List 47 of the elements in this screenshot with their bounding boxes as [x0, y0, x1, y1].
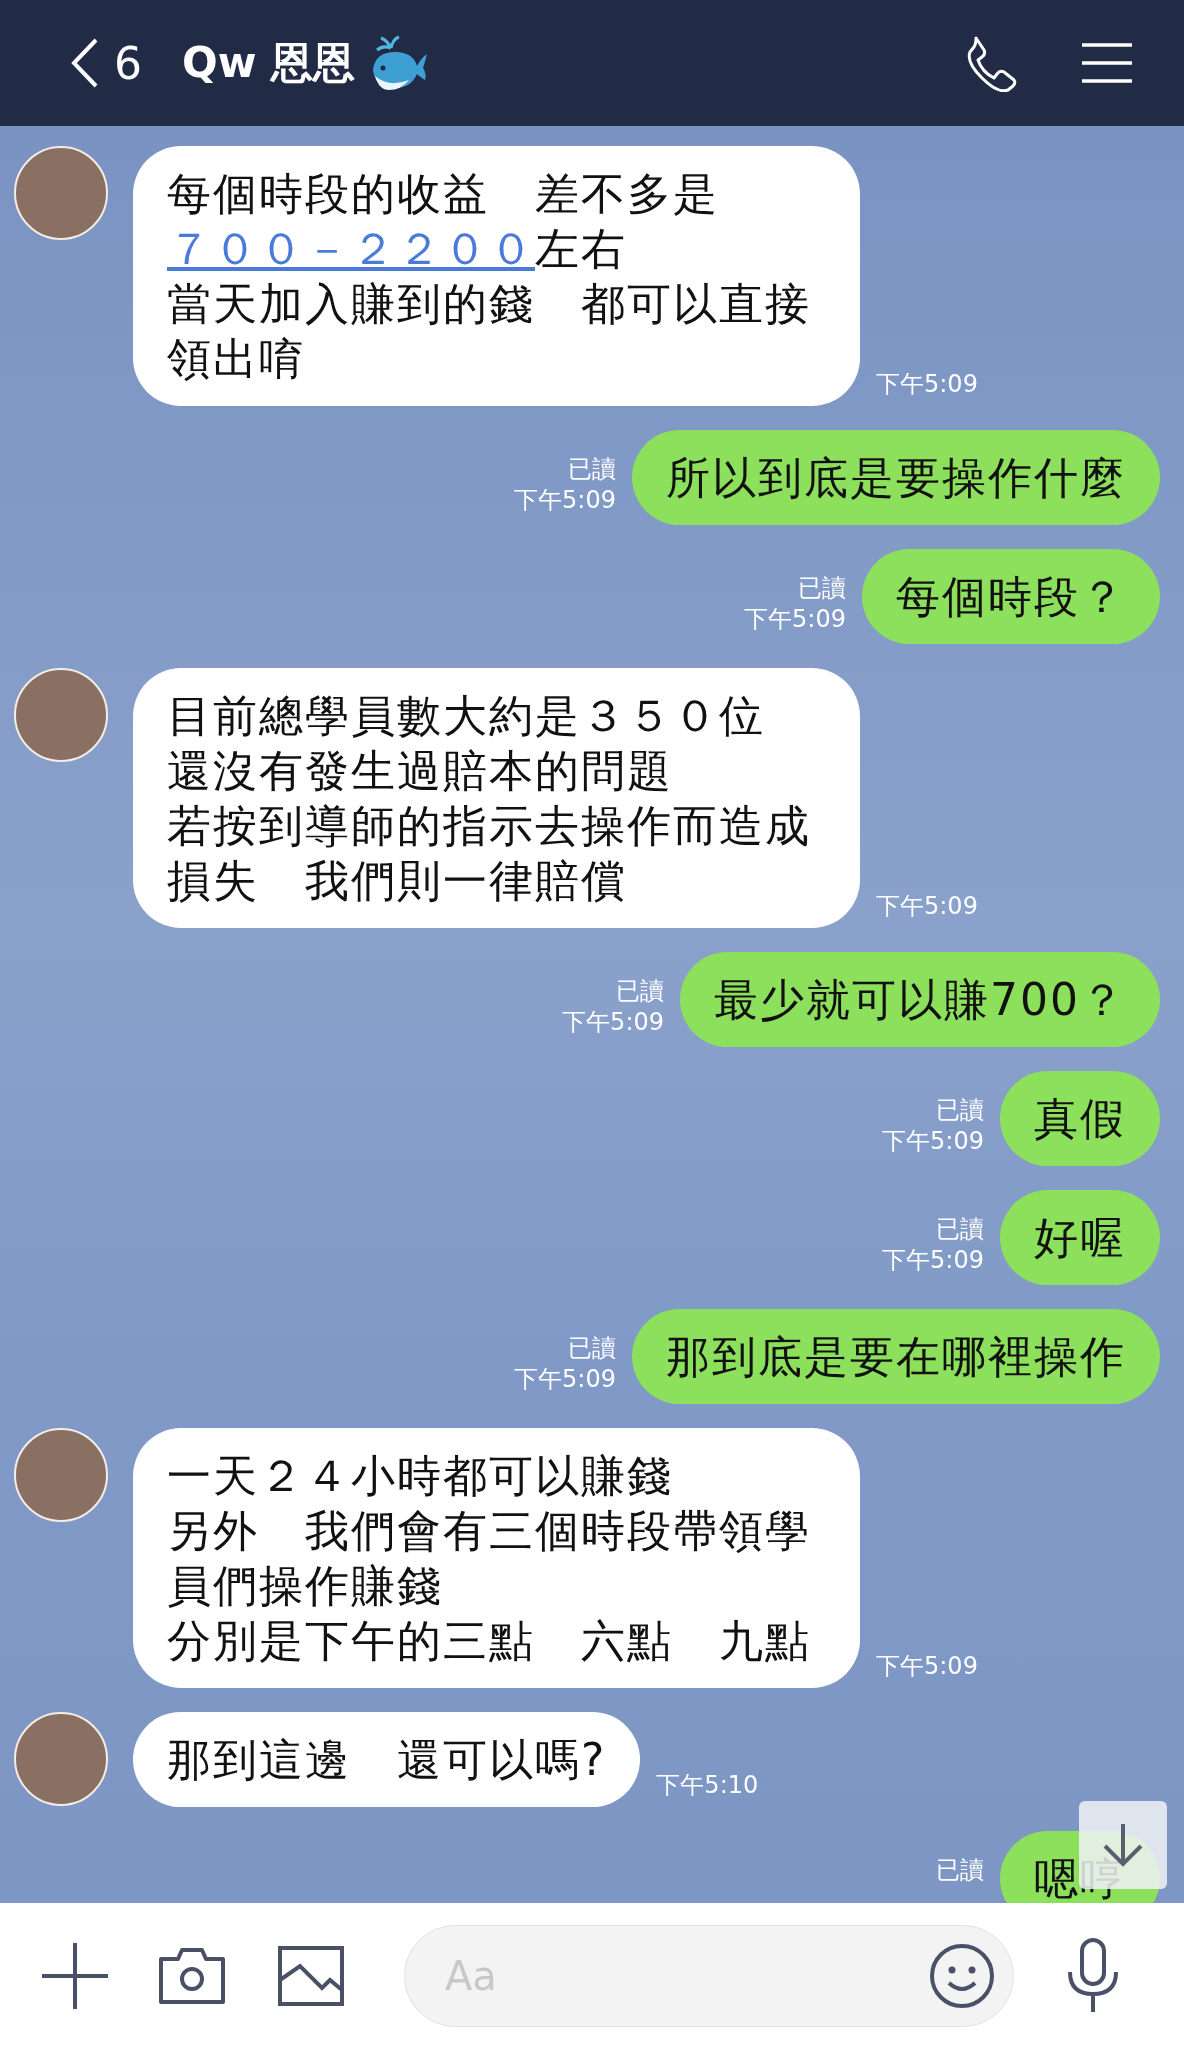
message-time: 下午5:10	[656, 1770, 759, 1801]
microphone-icon	[1066, 1937, 1120, 2014]
message-line: 若按到導師的指示去操作而造成損失 我們則一律賠償	[167, 799, 812, 908]
chat-title: Qw 恩恩	[182, 37, 356, 89]
image-icon	[278, 1945, 344, 2006]
message-line: 真假	[1034, 1092, 1126, 1146]
back-button[interactable]: 6	[70, 37, 142, 89]
image-button[interactable]	[278, 1945, 344, 2006]
message-time: 下午5:09	[876, 1651, 978, 1682]
message-line: 另外 我們會有三個時段帶領學員們操作賺錢	[167, 1504, 812, 1613]
read-receipt: 已讀	[936, 1855, 984, 1886]
read-receipt: 已讀	[936, 1214, 984, 1245]
read-receipt: 已讀	[568, 1333, 616, 1364]
message-line: 目前總學員數大約是３５０位	[167, 689, 766, 743]
message-time: 下午5:09	[876, 891, 978, 922]
message-line: 好喔	[1034, 1211, 1126, 1265]
message-time: 下午5:09	[514, 485, 616, 516]
microphone-button[interactable]	[1066, 1937, 1120, 2014]
message-line: 一天２４小時都可以賺錢	[167, 1449, 674, 1503]
message-line: 分別是下午的三點 六點 九點	[167, 1614, 812, 1668]
smiley-icon[interactable]	[929, 1942, 995, 2009]
message-time: 下午5:09	[562, 1007, 664, 1038]
message-line: 每個時段的收益 差不多是 ７００－２２００ 左右	[167, 167, 720, 276]
read-receipt: 已讀	[568, 454, 616, 485]
message-time: 下午5:09	[876, 369, 978, 400]
message-line: 還沒有發生過賠本的問題	[167, 744, 674, 798]
message-time: 下午5:09	[744, 604, 846, 635]
chevron-left-icon	[70, 37, 100, 89]
message-time: 下午5:09	[882, 1245, 984, 1276]
message-line: 最少就可以賺700？	[714, 973, 1126, 1027]
message-line: 那到這邊 還可以嗎?	[167, 1733, 607, 1787]
message-line: 所以到底是要操作什麼	[666, 451, 1126, 505]
message-line: 當天加入賺到的錢 都可以直接領出唷	[167, 277, 812, 386]
read-receipt: 已讀	[798, 573, 846, 604]
read-receipt: 已讀	[936, 1095, 984, 1126]
message-time: 下午5:09	[514, 1364, 616, 1395]
read-receipt: 已讀	[616, 976, 664, 1007]
message-line: 每個時段？	[896, 570, 1126, 624]
message-link[interactable]: ７００－２２００	[167, 223, 535, 274]
camera-icon	[158, 1946, 226, 2005]
add-button[interactable]	[40, 1940, 110, 2011]
camera-button[interactable]	[158, 1946, 226, 2005]
unread-count: 6	[114, 37, 142, 89]
menu-icon[interactable]	[1080, 41, 1134, 85]
plus-icon	[40, 1940, 110, 2011]
message-time: 下午5:09	[882, 1126, 984, 1157]
message-line: 那到底是要在哪裡操作	[666, 1330, 1126, 1384]
